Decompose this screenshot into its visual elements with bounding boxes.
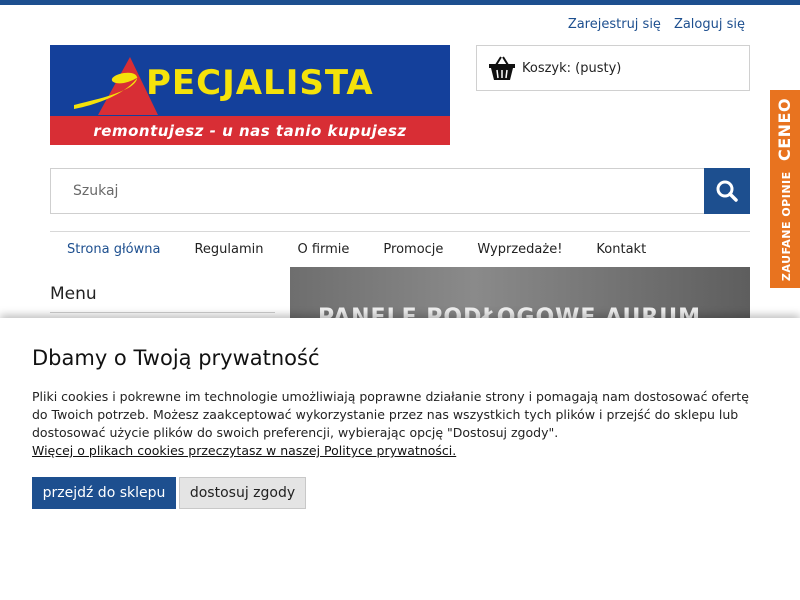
search-button[interactable] xyxy=(704,168,750,214)
nav-item-sales[interactable]: Wyprzedaże! xyxy=(460,242,579,257)
cookie-title: Dbamy o Twoją prywatność xyxy=(32,346,320,370)
main-nav: Strona główna Regulamin O firmie Promocj… xyxy=(50,231,750,267)
cart-label: Koszyk: (pusty) xyxy=(522,60,622,76)
customize-consent-button[interactable]: dostosuj zgody xyxy=(179,477,306,509)
sidebar-divider xyxy=(50,312,275,313)
ceneo-badge-text: ZAUFANE OPINIE CENEO xyxy=(776,97,795,280)
cookie-buttons: przejdź do sklepu dostosuj zgody xyxy=(32,477,768,509)
search-bar xyxy=(50,168,750,214)
search-icon xyxy=(716,180,738,202)
logo-swoosh-icon xyxy=(74,57,158,115)
logo-tagline: remontujesz - u nas tanio kupujesz xyxy=(93,121,407,140)
nav-item-about[interactable]: O firmie xyxy=(280,242,366,257)
nav-item-contact[interactable]: Kontakt xyxy=(579,242,663,257)
nav-item-terms[interactable]: Regulamin xyxy=(177,242,280,257)
privacy-policy-link[interactable]: Więcej o plikach cookies przeczytasz w n… xyxy=(32,442,768,460)
sidebar-menu-title: Menu xyxy=(50,284,97,304)
ceneo-brand: CENEO xyxy=(775,97,795,161)
nav-item-promotions[interactable]: Promocje xyxy=(366,242,460,257)
accept-cookies-button[interactable]: przejdź do sklepu xyxy=(32,477,176,509)
ceneo-label: ZAUFANE OPINIE xyxy=(780,170,794,281)
cart-box[interactable]: Koszyk: (pusty) xyxy=(476,45,750,91)
search-input[interactable] xyxy=(50,168,705,214)
cookie-consent-dialog: Dbamy o Twoją prywatność Pliki cookies i… xyxy=(0,318,800,600)
register-link[interactable]: Zarejestruj się xyxy=(568,17,661,32)
logo-tagline-bar: remontujesz - u nas tanio kupujesz xyxy=(50,116,450,145)
logo-brand-text: PECJALISTA xyxy=(146,63,374,103)
account-links: Zarejestruj się Zaloguj się xyxy=(568,17,745,32)
cookie-body: Pliki cookies i pokrewne im technologie … xyxy=(32,389,749,440)
basket-icon xyxy=(489,56,515,80)
ceneo-reviews-badge[interactable]: ZAUFANE OPINIE CENEO xyxy=(770,90,800,288)
nav-item-home[interactable]: Strona główna xyxy=(50,242,177,257)
site-logo[interactable]: PECJALISTA remontujesz - u nas tanio kup… xyxy=(50,45,450,145)
login-link[interactable]: Zaloguj się xyxy=(674,17,745,32)
